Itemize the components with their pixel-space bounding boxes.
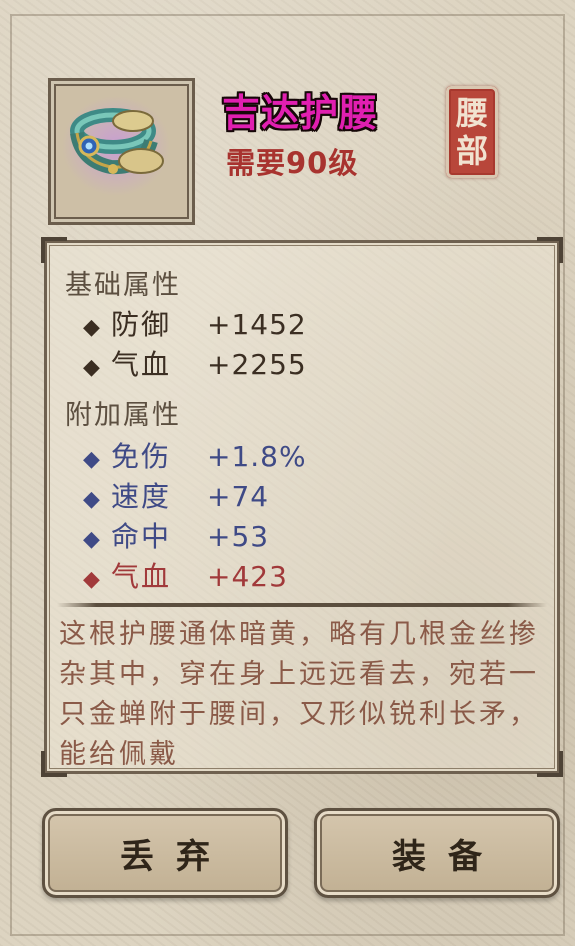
extra-attributes-title: 附加属性 xyxy=(65,400,181,431)
diamond-bullet-icon: ◆ xyxy=(83,567,100,592)
stat-name: 免伤 xyxy=(111,440,172,473)
level-requirement: 需要90级 xyxy=(226,146,359,180)
description-divider xyxy=(57,603,547,607)
stat-row: ◆ 免伤 +1.8% xyxy=(83,439,307,475)
discard-button-label: 丢弃 xyxy=(120,836,232,877)
item-name: 吉达护腰 xyxy=(222,91,379,135)
stat-row: ◆ 命中 +53 xyxy=(83,519,269,555)
stat-value: +1.8% xyxy=(207,440,307,473)
stat-row: ◆ 气血 +2255 xyxy=(83,347,307,383)
base-attributes-title: 基础属性 xyxy=(65,270,181,301)
diamond-bullet-icon: ◆ xyxy=(83,527,100,552)
stat-name: 气血 xyxy=(111,348,172,381)
jade-belt-icon xyxy=(62,96,170,196)
stat-name: 速度 xyxy=(111,480,172,513)
stat-value: +2255 xyxy=(207,348,307,381)
stat-name: 命中 xyxy=(111,520,172,553)
item-detail-panel: 吉达护腰 需要90级 腰 部 基础属性 ◆ 防御 +1452 ◆ 气血 +2255 附加… xyxy=(0,0,575,946)
item-description: 这根护腰通体暗黄，略有几根金丝掺杂其中，穿在身上远远看去，宛若一只金蝉附于腰间，… xyxy=(59,619,539,765)
seal-char-1: 腰 xyxy=(455,94,488,132)
diamond-bullet-icon: ◆ xyxy=(83,315,100,340)
stat-value: +74 xyxy=(207,480,270,513)
attribute-box: 基础属性 ◆ 防御 +1452 ◆ 气血 +2255 附加属性 ◆ 免伤 +1.8% ◆ 速度… xyxy=(41,237,563,777)
stat-value: +423 xyxy=(207,560,288,593)
stat-row: ◆ 气血 +423 xyxy=(83,559,288,595)
equip-button[interactable]: 装备 xyxy=(314,808,560,898)
stat-row: ◆ 防御 +1452 xyxy=(83,307,307,343)
frame-corner xyxy=(537,237,563,263)
equipment-slot-seal: 腰 部 xyxy=(446,86,498,178)
stat-value: +1452 xyxy=(207,308,307,341)
item-icon-frame xyxy=(48,78,195,225)
description-scroll-area[interactable]: 这根护腰通体暗黄，略有几根金丝掺杂其中，穿在身上远远看去，宛若一只金蝉附于腰间，… xyxy=(59,615,547,765)
frame-corner xyxy=(41,237,67,263)
diamond-bullet-icon: ◆ xyxy=(83,355,100,380)
seal-char-2: 部 xyxy=(455,132,488,170)
diamond-bullet-icon: ◆ xyxy=(83,447,100,472)
equip-button-label: 装备 xyxy=(392,836,504,877)
stat-name: 防御 xyxy=(111,308,172,341)
diamond-bullet-icon: ◆ xyxy=(83,487,100,512)
discard-button[interactable]: 丢弃 xyxy=(42,808,288,898)
stat-row: ◆ 速度 +74 xyxy=(83,479,269,515)
stat-value: +53 xyxy=(207,520,270,553)
stat-name: 气血 xyxy=(111,560,172,593)
